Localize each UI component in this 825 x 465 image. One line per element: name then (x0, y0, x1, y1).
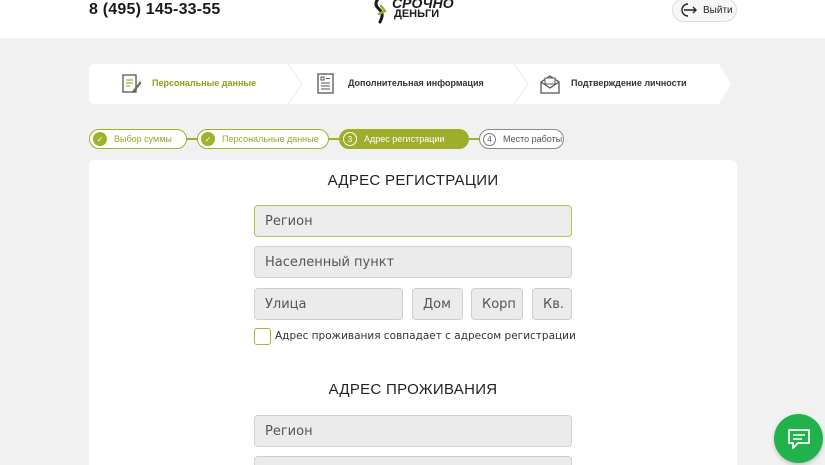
step-number-badge: 4 (483, 132, 496, 146)
check-icon: ✓ (93, 132, 107, 146)
substep-label: Место работы (503, 134, 563, 144)
step-label: Дополнительная информация (348, 78, 484, 88)
logout-icon (681, 3, 697, 17)
same-address-label[interactable]: Адрес проживания совпадает с адресом рег… (275, 330, 576, 342)
logout-button[interactable]: Выйти (672, 0, 737, 22)
step-additional-info[interactable]: Дополнительная информация (289, 64, 515, 104)
residence-title: АДРЕС ПРОЖИВАНИЯ (328, 381, 498, 398)
same-address-checkbox[interactable] (254, 328, 271, 345)
form-list-icon (317, 73, 334, 94)
phone-number[interactable]: 8 (495) 145-33-55 (89, 1, 221, 19)
step-personal-data[interactable]: Персональные данные (89, 64, 289, 104)
logo-mark-icon (374, 0, 387, 24)
residence-region-input[interactable]: Регион (254, 415, 572, 447)
sub-steps: ✓ Выбор суммы ✓ Персональные данные 3 Ад… (89, 129, 569, 149)
logo[interactable]: СРОЧНО ДЕНЬГИ (372, 0, 462, 26)
registration-house-input[interactable]: Дом (412, 288, 463, 320)
logout-label: Выйти (703, 4, 733, 16)
step-label: Персональные данные (152, 78, 257, 88)
step-label: Подтверждение личности (571, 78, 687, 88)
registration-street-input[interactable]: Улица (254, 288, 403, 320)
connector (187, 138, 197, 140)
substep-registration-address[interactable]: 3 Адрес регистрации (339, 129, 469, 149)
registration-locality-input[interactable]: Населенный пункт (254, 246, 572, 278)
logo-text-bottom: ДЕНЬГИ (394, 8, 440, 20)
substep-amount[interactable]: ✓ Выбор суммы (89, 129, 187, 149)
address-form-card: АДРЕС РЕГИСТРАЦИИ Регион Населенный пунк… (89, 160, 737, 465)
connector (329, 138, 339, 140)
main-steps: Персональные данные Дополнительная инфор… (89, 64, 737, 104)
substep-label: Адрес регистрации (364, 134, 445, 144)
substep-workplace[interactable]: 4 Место работы (479, 129, 564, 149)
top-bar: 8 (495) 145-33-55 СРОЧНО ДЕНЬГИ Выйти (0, 0, 825, 38)
registration-title: АДРЕС РЕГИСТРАЦИИ (327, 172, 499, 189)
chat-bubble-icon (787, 428, 810, 449)
edit-document-icon (122, 74, 142, 93)
chat-button[interactable] (774, 414, 823, 463)
step-identity-confirmation[interactable]: Подтверждение личности (515, 64, 737, 104)
connector (469, 138, 479, 140)
substep-label: Персональные данные (222, 134, 319, 144)
envelope-icon (540, 75, 560, 94)
registration-building-input[interactable]: Корп (471, 288, 523, 320)
check-icon: ✓ (201, 132, 215, 146)
substep-personal-data[interactable]: ✓ Персональные данные (197, 129, 329, 149)
step-number-badge: 3 (343, 132, 357, 146)
residence-locality-input[interactable] (254, 456, 572, 465)
registration-region-input[interactable]: Регион (254, 205, 572, 237)
substep-label: Выбор суммы (114, 134, 172, 144)
registration-apartment-input[interactable]: Кв. (532, 288, 572, 320)
